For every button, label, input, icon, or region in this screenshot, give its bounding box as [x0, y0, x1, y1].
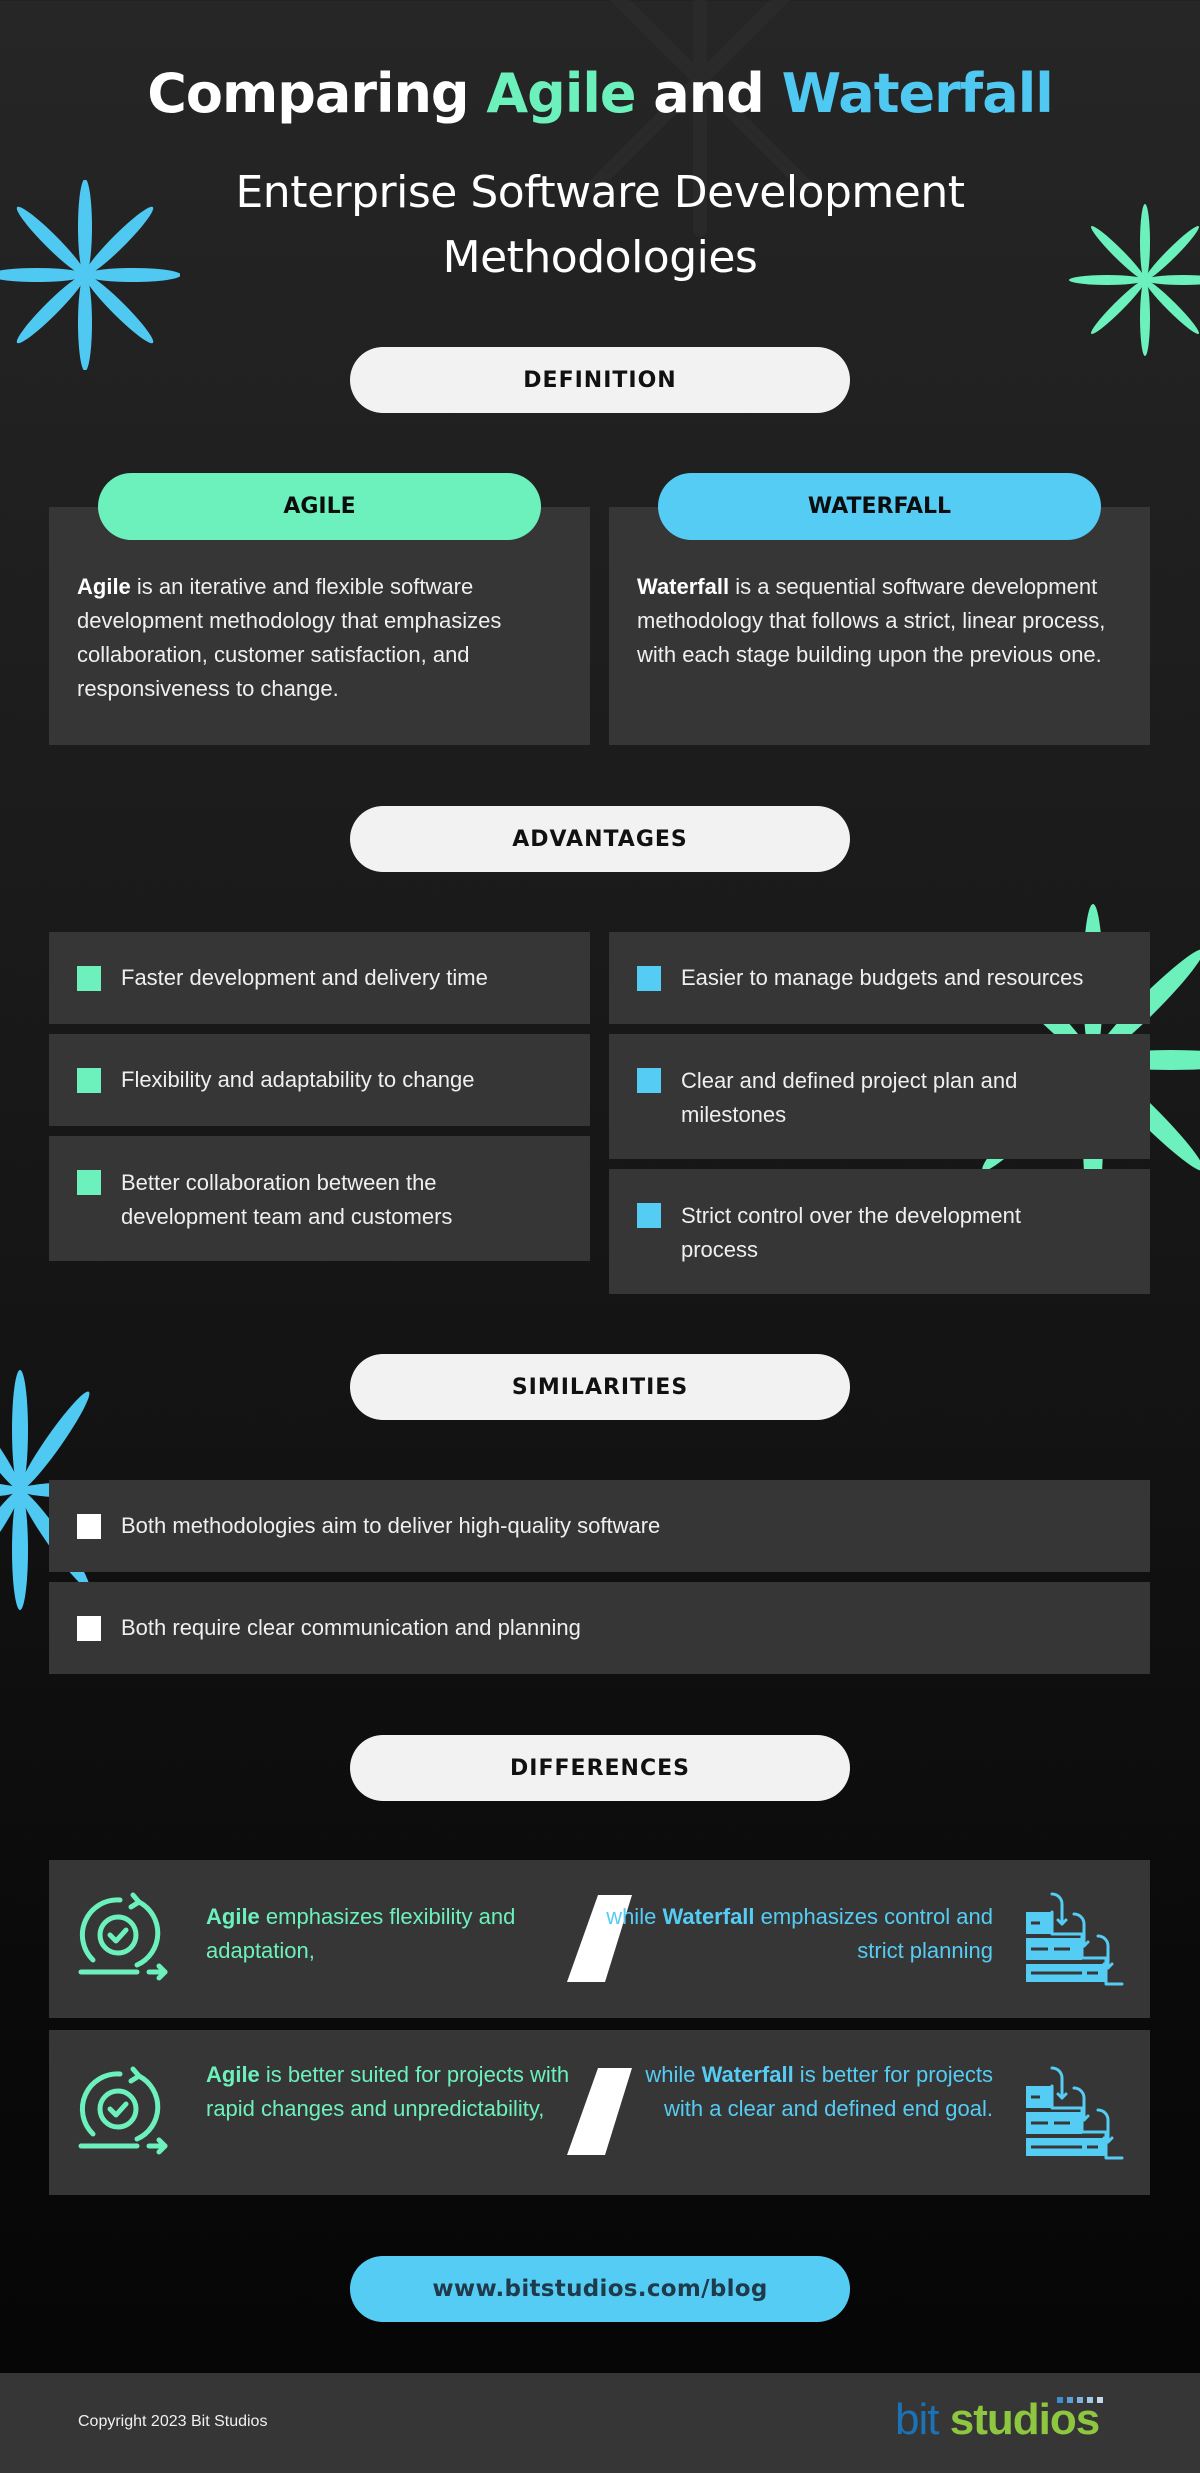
- difference-row: Agile is better suited for projects with…: [49, 2030, 1150, 2195]
- blue-square-bullet-icon: [637, 1203, 661, 1228]
- waterfall-difference-text: while Waterfall emphasizes control and s…: [573, 1900, 993, 1968]
- waterfall-advantage-item: Easier to manage budgets and resources: [609, 932, 1150, 1024]
- white-square-bullet-icon: [77, 1615, 101, 1641]
- blue-square-bullet-icon: [637, 965, 661, 991]
- agile-term: Agile: [206, 2062, 260, 2087]
- similarity-text: Both methodologies aim to deliver high-q…: [121, 1513, 661, 1538]
- section-header-definition: DEFINITION: [350, 347, 850, 413]
- title-mid: and: [635, 62, 782, 125]
- title-agile: Agile: [486, 62, 636, 125]
- waterfall-prefix: while: [606, 1904, 663, 1929]
- waterfall-label-pill: WATERFALL: [658, 473, 1101, 540]
- waterfall-prefix: while: [645, 2062, 702, 2087]
- waterfall-difference-text: while Waterfall is better for projects w…: [613, 2058, 993, 2126]
- waterfall-term: Waterfall: [701, 2062, 794, 2087]
- subtitle-line-1: Enterprise Software Development: [235, 167, 965, 218]
- white-square-bullet-icon: [77, 1513, 101, 1539]
- page-subtitle: Enterprise Software Development Methodol…: [0, 160, 1200, 290]
- blue-square-bullet-icon: [637, 1068, 661, 1093]
- agile-difference-body: is better suited for projects with rapid…: [206, 2062, 570, 2121]
- footer: Copyright 2023 Bit Studios bit studios: [0, 2373, 1200, 2473]
- waterfall-term: Waterfall: [637, 574, 730, 599]
- title-prefix: Comparing: [147, 62, 487, 125]
- agile-definition-body: is an iterative and flexible software de…: [77, 574, 502, 701]
- waterfall-advantage-item: Strict control over the development proc…: [609, 1169, 1150, 1294]
- agile-definition-card: Agile is an iterative and flexible softw…: [49, 507, 590, 745]
- agile-definition-text: Agile is an iterative and flexible softw…: [77, 570, 562, 706]
- logo-dots-icon: [1057, 2397, 1103, 2403]
- waterfall-advantage-item: Clear and defined project plan and miles…: [609, 1034, 1150, 1159]
- agile-advantage-item: Better collaboration between the develop…: [49, 1136, 590, 1261]
- agile-difference-text: Agile is better suited for projects with…: [206, 2058, 606, 2126]
- section-header-differences: DIFFERENCES: [350, 1735, 850, 1801]
- green-square-bullet-icon: [77, 965, 101, 991]
- waterfall-definition-text: Waterfall is a sequential software devel…: [637, 570, 1122, 672]
- logo-bit: bit: [895, 2395, 939, 2444]
- difference-row: Agile emphasizes flexibility and adaptat…: [49, 1860, 1150, 2018]
- agile-difference-text: Agile emphasizes flexibility and adaptat…: [206, 1900, 606, 1968]
- waterfall-definition-card: Waterfall is a sequential software devel…: [609, 507, 1150, 745]
- similarity-item: Both methodologies aim to deliver high-q…: [49, 1480, 1150, 1572]
- advantage-text: Clear and defined project plan and miles…: [681, 1068, 1018, 1127]
- advantage-text: Strict control over the development proc…: [681, 1203, 1021, 1262]
- agile-term: Agile: [77, 574, 131, 599]
- waterfall-difference-body: emphasizes control and strict planning: [754, 1904, 993, 1963]
- green-square-bullet-icon: [77, 1067, 101, 1093]
- agile-term: Agile: [206, 1904, 260, 1929]
- waterfall-steps-icon: [1026, 2066, 1124, 2160]
- section-header-advantages: ADVANTAGES: [350, 806, 850, 872]
- advantage-text: Better collaboration between the develop…: [121, 1170, 453, 1229]
- advantage-text: Faster development and delivery time: [121, 965, 488, 990]
- agile-advantage-item: Faster development and delivery time: [49, 932, 590, 1024]
- agile-cycle-icon: [78, 2066, 168, 2155]
- advantage-text: Flexibility and adaptability to change: [121, 1067, 475, 1092]
- waterfall-steps-icon: [1026, 1892, 1124, 1986]
- similarity-item: Both require clear communication and pla…: [49, 1582, 1150, 1674]
- section-header-similarities: SIMILARITIES: [350, 1354, 850, 1420]
- title-waterfall: Waterfall: [781, 62, 1054, 125]
- agile-label-pill: AGILE: [98, 473, 541, 540]
- blog-url-link[interactable]: www.bitstudios.com/blog: [350, 2256, 850, 2322]
- waterfall-term: Waterfall: [662, 1904, 755, 1929]
- agile-cycle-icon: [78, 1892, 168, 1981]
- advantage-text: Easier to manage budgets and resources: [681, 965, 1084, 990]
- bit-studios-logo: bit studios: [895, 2395, 1103, 2451]
- similarity-text: Both require clear communication and pla…: [121, 1615, 581, 1640]
- copyright-text: Copyright 2023 Bit Studios: [78, 2413, 268, 2430]
- subtitle-line-2: Methodologies: [442, 232, 758, 283]
- green-square-bullet-icon: [77, 1170, 101, 1195]
- page-title: Comparing Agile and Waterfall: [0, 62, 1200, 125]
- agile-advantage-item: Flexibility and adaptability to change: [49, 1034, 590, 1126]
